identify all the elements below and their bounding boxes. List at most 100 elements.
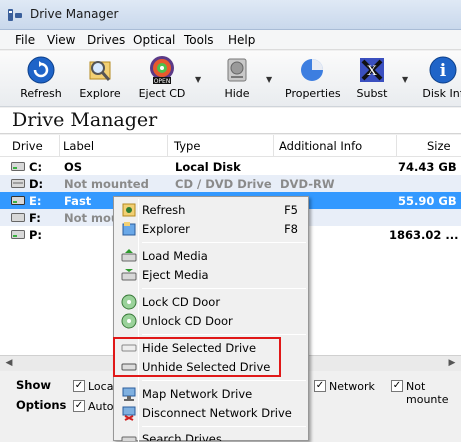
table-row[interactable]: C: OS Local Disk 74.43 GB	[0, 158, 461, 175]
menu-item-refresh[interactable]: Refresh F5	[116, 200, 306, 220]
row-label: Not mou	[64, 211, 120, 225]
menu-view[interactable]: View	[47, 33, 75, 47]
menu-item-explorer[interactable]: Explorer F8	[116, 219, 306, 239]
subst-button[interactable]: X Subst	[350, 55, 394, 105]
col-label[interactable]: Label	[63, 135, 168, 157]
menu-separator	[142, 380, 306, 381]
lock-cd-icon	[121, 294, 137, 310]
eject-media-icon	[121, 269, 137, 281]
row-label: Not mounted	[64, 177, 149, 191]
refresh-button-label: Refresh	[20, 87, 62, 100]
highlight-box	[113, 337, 281, 377]
properties-button-label: Properties	[285, 87, 341, 100]
scroll-left-icon[interactable]: ◀	[2, 358, 16, 370]
row-label: Fast	[64, 194, 92, 208]
eject-cd-icon: OPEN	[150, 56, 174, 85]
col-size[interactable]: Size	[427, 135, 461, 157]
menu-item-label: Search Drives	[142, 432, 222, 441]
menu-item-load-media[interactable]: Load Media	[116, 246, 306, 266]
menu-item-disconnect-network-drive[interactable]: Disconnect Network Drive	[116, 403, 306, 423]
auto-checkbox[interactable]: ✓	[73, 400, 85, 412]
local-checkbox[interactable]: ✓	[73, 380, 85, 392]
menu-separator	[142, 242, 306, 243]
menu-separator	[142, 288, 306, 289]
auto-checkbox-label: Auto	[88, 400, 114, 413]
not-mounted-checkbox[interactable]: ✓	[391, 380, 403, 392]
disk-info-button[interactable]: i Disk Inf	[420, 55, 461, 105]
explore-button[interactable]: Explore	[76, 55, 124, 105]
menu-item-unlock-cd-door[interactable]: Unlock CD Door	[116, 311, 306, 331]
menu-item-label: Map Network Drive	[142, 387, 253, 401]
menu-drives[interactable]: Drives	[87, 33, 125, 47]
toolbar: Refresh Explore OPEN Eject CD ▼ Hide ▼ P…	[0, 51, 461, 107]
menu-help[interactable]: Help	[228, 33, 255, 47]
svg-text:i: i	[440, 61, 447, 81]
hide-button[interactable]: Hide	[214, 55, 260, 105]
explore-button-label: Explore	[79, 87, 121, 100]
map-network-icon	[122, 387, 136, 401]
eject-dropdown-arrow-icon[interactable]: ▼	[195, 75, 205, 84]
network-checkbox[interactable]: ✓	[314, 380, 326, 392]
menu-item-lock-cd-door[interactable]: Lock CD Door	[116, 292, 306, 312]
page-title: Drive Manager	[12, 109, 158, 131]
explore-icon	[89, 61, 111, 81]
disk-info-button-label: Disk Inf	[422, 87, 461, 100]
row-type: CD / DVD Drive	[175, 177, 272, 191]
menu-item-label: Disconnect Network Drive	[142, 406, 292, 420]
menu-item-eject-media[interactable]: Eject Media	[116, 265, 306, 285]
load-media-icon	[121, 249, 137, 262]
hide-dropdown-arrow-icon[interactable]: ▼	[266, 75, 276, 84]
row-drive: F:	[29, 211, 41, 225]
cd-drive-icon	[11, 179, 25, 188]
show-label: Show	[16, 378, 51, 392]
menu-item-label: Load Media	[142, 249, 208, 263]
drive-icon	[11, 213, 25, 222]
col-drive[interactable]: Drive	[12, 135, 60, 157]
window-title: Drive Manager	[30, 7, 119, 21]
refresh-button[interactable]: Refresh	[16, 55, 66, 105]
menu-separator	[142, 334, 306, 335]
properties-button[interactable]: Properties	[285, 55, 341, 105]
subst-icon: X	[360, 58, 384, 82]
list-header: Drive Label Type Additional Info Size	[0, 135, 461, 157]
row-type: Local Disk	[175, 160, 241, 174]
menu-file[interactable]: File	[15, 33, 35, 47]
drive-manager-window: Drive Manager File View Drives Optical T…	[0, 0, 461, 442]
not-mounted-checkbox-label: Not mounte	[406, 380, 449, 406]
unlock-cd-icon	[121, 313, 137, 329]
menu-item-label: Unlock CD Door	[142, 314, 233, 328]
subst-dropdown-arrow-icon[interactable]: ▼	[402, 75, 412, 84]
app-icon	[8, 9, 22, 21]
menu-item-label: Lock CD Door	[142, 295, 221, 309]
menu-optical[interactable]: Optical	[133, 33, 175, 47]
row-drive: C:	[29, 160, 43, 174]
eject-cd-button[interactable]: OPEN Eject CD	[136, 55, 188, 105]
title-bar[interactable]: Drive Manager	[0, 0, 461, 30]
col-type[interactable]: Type	[174, 135, 274, 157]
refresh-small-icon	[122, 203, 136, 217]
options-label: Options	[16, 398, 67, 412]
table-row[interactable]: D: Not mounted CD / DVD Drive DVD-RW	[0, 175, 461, 192]
network-checkbox-label: Network	[329, 380, 375, 393]
row-drive: P:	[29, 228, 43, 242]
menu-item-search-drives[interactable]: Search Drives	[116, 429, 306, 441]
row-info: DVD-RW	[280, 177, 335, 191]
row-size: 55.90 GB	[398, 194, 457, 208]
menu-item-map-network-drive[interactable]: Map Network Drive	[116, 384, 306, 404]
content-header: Drive Manager	[0, 108, 461, 134]
hide-button-label: Hide	[224, 87, 250, 100]
menu-tools[interactable]: Tools	[184, 33, 214, 47]
disconnect-network-icon	[122, 406, 136, 421]
row-size: 1863.02 ...	[389, 228, 459, 242]
context-menu: Refresh F5 Explorer F8 Load Media Eject …	[113, 196, 309, 442]
col-additional-info[interactable]: Additional Info	[279, 135, 397, 157]
row-size: 74.43 GB	[398, 160, 457, 174]
drive-icon	[11, 162, 25, 171]
menu-item-label: Explorer	[142, 222, 190, 236]
explorer-small-icon	[122, 222, 136, 236]
menu-item-shortcut: F8	[284, 222, 298, 236]
info-icon: i	[429, 56, 457, 84]
menu-item-label: Eject Media	[142, 268, 209, 282]
row-drive: D:	[29, 177, 44, 191]
scroll-right-icon[interactable]: ▶	[445, 358, 459, 370]
